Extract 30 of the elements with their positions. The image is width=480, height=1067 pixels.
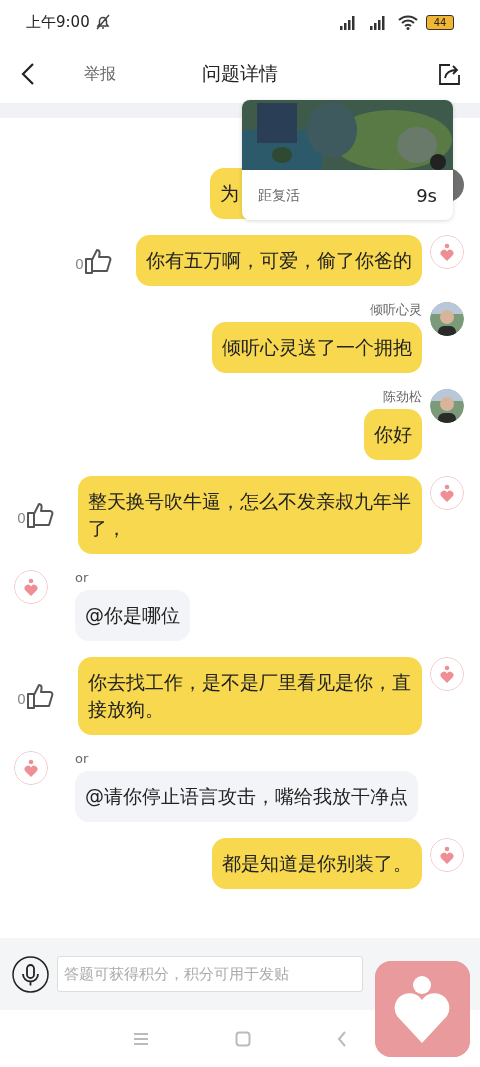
message-bubble: 你去找工作，是不是厂里看见是你，直接放狗。 — [78, 657, 422, 735]
status-time: 上午9:00 — [26, 11, 90, 33]
sender-name: or — [75, 751, 89, 766]
like-count: 0 — [17, 690, 26, 709]
message-bubble: @请你停止语言攻击，嘴给我放干净点 — [75, 771, 418, 822]
answer-field[interactable]: 答题可获得积分，积分可用于发贴 — [57, 956, 363, 992]
back-icon[interactable] — [20, 61, 36, 86]
sender-name: or — [75, 570, 89, 585]
sender-name: 倾听心灵 — [370, 302, 422, 317]
message-bubble: 你好 — [364, 409, 422, 460]
bell-off-icon — [93, 13, 112, 31]
report-link[interactable]: 举报 — [84, 61, 116, 86]
thumbs-up-icon[interactable] — [26, 501, 54, 529]
message-bubble: 都是知道是你别装了。 — [212, 838, 422, 889]
message-bubble: 整天换号吹牛逼，怎么不发亲叔九年半了， — [78, 476, 422, 554]
battery-level: 44 — [426, 14, 454, 30]
share-icon[interactable] — [438, 62, 460, 85]
page-title: 问题详情 — [202, 61, 278, 87]
video-window[interactable]: 距复活 9s — [242, 100, 453, 220]
like-count: 0 — [17, 509, 26, 528]
like-count: 0 — [75, 254, 84, 274]
message-bubble: @你是哪位 — [75, 590, 190, 641]
thumbs-up-icon[interactable] — [84, 246, 112, 275]
thumbs-up-icon[interactable] — [26, 682, 54, 710]
message-bubble: 你有五万啊，可爱，偷了你爸的 — [136, 235, 422, 286]
message-bubble: 倾听心灵送了一个拥抱 — [212, 322, 422, 373]
microphone-icon[interactable] — [12, 955, 49, 993]
respawn-label: 距复活 — [258, 185, 300, 205]
sender-name: 陈劲松 — [383, 389, 422, 404]
wifi-icon — [398, 14, 418, 30]
